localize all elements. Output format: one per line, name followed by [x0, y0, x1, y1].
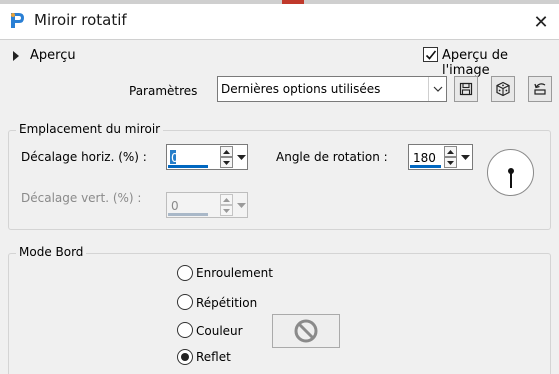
presets-label: Paramètres — [129, 84, 198, 98]
preview-row: Aperçu Aperçu de l'image — [0, 44, 559, 78]
dial-needle-icon — [508, 168, 514, 188]
image-preview-checkbox[interactable] — [423, 47, 438, 62]
radio-repeat-label[interactable]: Répétition — [196, 296, 257, 310]
checkmark-icon — [425, 50, 437, 60]
horiz-offset-arrows[interactable] — [220, 146, 233, 168]
horiz-offset-label: Décalage horiz. (%) : — [21, 150, 147, 164]
randomize-button[interactable] — [491, 76, 515, 102]
up-arrow-icon — [220, 194, 233, 205]
vert-offset-label: Décalage vert. (%) : — [21, 191, 142, 205]
radio-wrap-label[interactable]: Enroulement — [196, 266, 273, 280]
save-icon — [459, 82, 473, 96]
radio-repeat[interactable] — [177, 294, 193, 310]
image-preview-label[interactable]: Aperçu de l'image — [442, 48, 559, 78]
color-swatch-button[interactable] — [272, 314, 340, 348]
vert-offset-dropdown-icon — [235, 194, 247, 216]
radio-reflect[interactable] — [177, 349, 193, 365]
vert-offset-value: 0 — [171, 199, 179, 213]
up-arrow-icon[interactable] — [220, 146, 233, 157]
radio-selected-dot — [181, 353, 189, 361]
preview-toggle-label[interactable]: Aperçu — [30, 48, 76, 63]
window-title: Miroir rotatif — [34, 11, 127, 29]
horiz-offset-stepper[interactable]: 0 — [166, 144, 248, 170]
dice-icon — [496, 81, 510, 97]
rotation-angle-stepper[interactable]: 180 — [408, 144, 473, 170]
radio-color[interactable] — [177, 322, 193, 338]
chevron-down-icon[interactable] — [428, 77, 446, 101]
rotation-angle-arrows[interactable] — [444, 146, 457, 168]
radio-color-label[interactable]: Couleur — [196, 324, 243, 338]
vert-offset-underline — [168, 213, 208, 216]
expand-arrow-icon[interactable] — [13, 51, 19, 61]
reset-defaults-button[interactable] — [528, 76, 552, 102]
rotation-angle-value[interactable]: 180 — [413, 151, 436, 165]
rotation-angle-dropdown-icon[interactable] — [459, 146, 471, 168]
down-arrow-icon[interactable] — [220, 157, 233, 168]
presets-dropdown[interactable]: Dernières options utilisées — [217, 76, 447, 102]
radio-reflect-label[interactable]: Reflet — [196, 350, 231, 364]
save-preset-button[interactable] — [454, 76, 478, 102]
window-top-strip — [0, 0, 559, 4]
vert-offset-stepper: 0 — [166, 192, 248, 218]
mirror-location-title: Emplacement du miroir — [16, 122, 164, 136]
edge-mode-title: Mode Bord — [16, 245, 87, 259]
horiz-offset-underline — [168, 165, 208, 168]
rotation-dial[interactable] — [487, 149, 534, 196]
down-arrow-icon[interactable] — [444, 157, 457, 168]
vert-offset-arrows — [220, 194, 233, 216]
close-button[interactable]: ✕ — [523, 4, 559, 40]
up-arrow-icon[interactable] — [444, 146, 457, 157]
down-arrow-icon — [220, 205, 233, 216]
no-color-icon — [294, 319, 318, 343]
radio-wrap[interactable] — [177, 265, 193, 281]
title-bar: Miroir rotatif ✕ — [0, 0, 559, 40]
horiz-offset-dropdown-icon[interactable] — [235, 146, 247, 168]
reset-icon — [534, 83, 546, 95]
horiz-offset-value[interactable]: 0 — [171, 151, 179, 165]
presets-selected-value: Dernières options utilisées — [221, 82, 381, 96]
rotation-angle-underline — [410, 165, 441, 168]
app-logo-icon — [8, 10, 26, 30]
rotation-angle-label: Angle de rotation : — [276, 150, 388, 164]
